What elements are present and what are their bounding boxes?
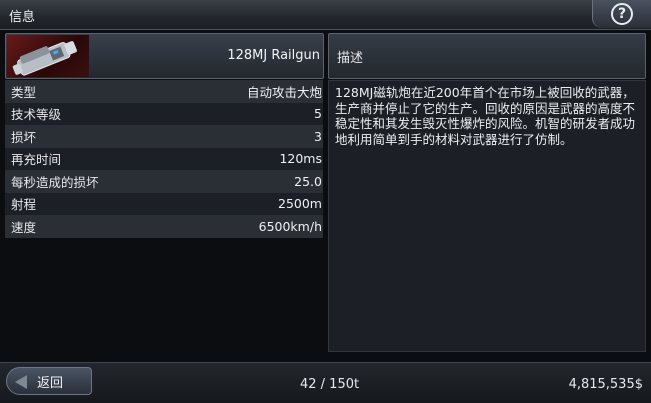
help-button[interactable]: ? [592, 0, 651, 28]
railgun-icon [12, 41, 77, 76]
item-name: 128MJ Railgun [227, 48, 320, 63]
stat-row-type: 类型 自动攻击大炮 [5, 80, 323, 103]
stats-table: 类型 自动攻击大炮 技术等级 5 损坏 3 再充时间 120ms 每秒造成的损坏… [5, 80, 323, 238]
stat-value: 25.0 [294, 173, 322, 189]
description-text: 128MJ磁轨炮在近200年首个在市场上被回收的武器，生产商并停止了它的生产。回… [335, 85, 636, 147]
stat-value: 5 [314, 106, 322, 122]
stat-row-damage: 损坏 3 [5, 125, 323, 148]
stat-row-range: 射程 2500m [5, 192, 323, 215]
stat-label: 每秒造成的损坏 [11, 174, 99, 190]
window-title: 信息 [9, 10, 36, 25]
stat-label: 类型 [11, 84, 37, 100]
stat-label: 速度 [11, 219, 37, 235]
stat-value: 3 [314, 128, 322, 144]
item-header: 128MJ Railgun [5, 33, 324, 79]
description-header: 描述 [328, 33, 646, 79]
stat-row-speed: 速度 6500km/h [5, 215, 323, 238]
description-title: 描述 [337, 51, 364, 66]
help-icon: ? [611, 3, 633, 25]
description-panel[interactable]: 128MJ磁轨炮在近200年首个在市场上被回收的武器，生产商并停止了它的生产。回… [328, 80, 646, 352]
stat-label: 射程 [11, 197, 37, 213]
stat-label: 再充时间 [11, 152, 62, 168]
item-thumbnail [7, 35, 89, 77]
stat-row-dps: 每秒造成的损坏 25.0 [5, 170, 323, 193]
stat-row-tech-level: 技术等级 5 [5, 102, 323, 125]
stat-value: 自动攻击大炮 [246, 84, 322, 100]
stat-row-recharge: 再充时间 120ms [5, 147, 323, 170]
back-button[interactable]: 返回 [6, 367, 92, 395]
back-label: 返回 [37, 375, 64, 391]
stat-value: 120ms [279, 151, 322, 167]
stat-value: 6500km/h [258, 218, 322, 234]
stat-label: 损坏 [11, 129, 37, 145]
stat-value: 2500m [278, 196, 322, 212]
bottom-bar: 返回 42 / 150t 4,815,535$ [0, 362, 651, 403]
stat-label: 技术等级 [11, 107, 62, 123]
money-balance: 4,815,535$ [568, 377, 643, 392]
title-bar: 信息 ? [0, 0, 651, 30]
back-arrow-icon [15, 375, 27, 389]
cargo-capacity: 42 / 150t [300, 377, 360, 392]
